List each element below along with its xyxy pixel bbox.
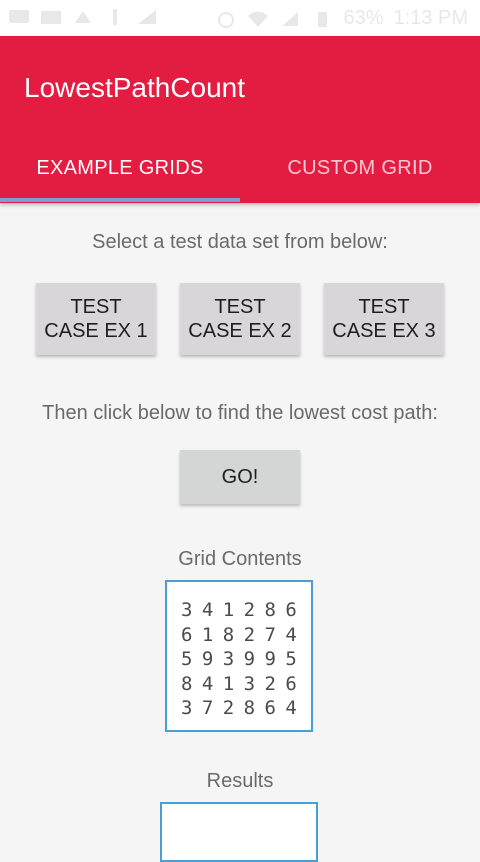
- tab-indicator: [0, 198, 240, 202]
- battery-percent: 63%: [343, 7, 384, 29]
- system-status: 63% 1:13 PM: [215, 7, 468, 30]
- usb-settings-icon: [75, 11, 91, 23]
- status-bar: 63% 1:13 PM: [0, 0, 480, 36]
- test-case-ex-1-button[interactable]: TEST CASE EX 1: [36, 283, 156, 355]
- message-icon: [9, 10, 29, 23]
- grid-row: 8 4 1 3 2 6: [181, 672, 297, 695]
- tab-custom-grid[interactable]: CUSTOM GRID: [240, 148, 480, 200]
- notification-icons: [8, 8, 158, 26]
- grid-row: 6 1 8 2 7 4: [181, 623, 297, 646]
- wifi-icon: [248, 11, 269, 27]
- test-case-ex-2-button[interactable]: TEST CASE EX 2: [180, 283, 300, 355]
- signal-icon: [282, 11, 299, 26]
- grid-rows: 3 4 1 2 8 6 6 1 8 2 7 4 5 9 3 9 9 5 8 4 …: [181, 598, 297, 721]
- battery-icon: [318, 11, 328, 27]
- app-bar: LowestPathCount EXAMPLE GRIDS CUSTOM GRI…: [0, 36, 480, 203]
- grid-row: 3 7 2 8 6 4: [181, 697, 297, 719]
- app-title: LowestPathCount: [24, 72, 246, 103]
- select-prompt: Select a test data set from below:: [92, 231, 388, 253]
- results-box: [160, 802, 318, 862]
- go-button[interactable]: GO!: [180, 450, 300, 504]
- mail-icon: [41, 11, 61, 24]
- grid-row: 3 4 1 2 8 6: [181, 599, 297, 621]
- grid-row: 5 9 3 9 9 5: [181, 648, 297, 670]
- go-prompt: Then click below to find the lowest cost…: [42, 402, 438, 424]
- alarm-icon: [218, 11, 235, 28]
- clock-time: 1:13 PM: [393, 7, 468, 29]
- results-title: Results: [206, 770, 274, 792]
- grid-contents-title: Grid Contents: [178, 548, 302, 570]
- grid-contents-box: 3 4 1 2 8 6 6 1 8 2 7 4 5 9 3 9 9 5 8 4 …: [165, 580, 313, 732]
- usb-icon: [113, 9, 117, 25]
- tab-example-grids[interactable]: EXAMPLE GRIDS: [0, 148, 240, 200]
- test-case-ex-3-button[interactable]: TEST CASE EX 3: [324, 283, 444, 355]
- no-signal-icon: [138, 10, 156, 24]
